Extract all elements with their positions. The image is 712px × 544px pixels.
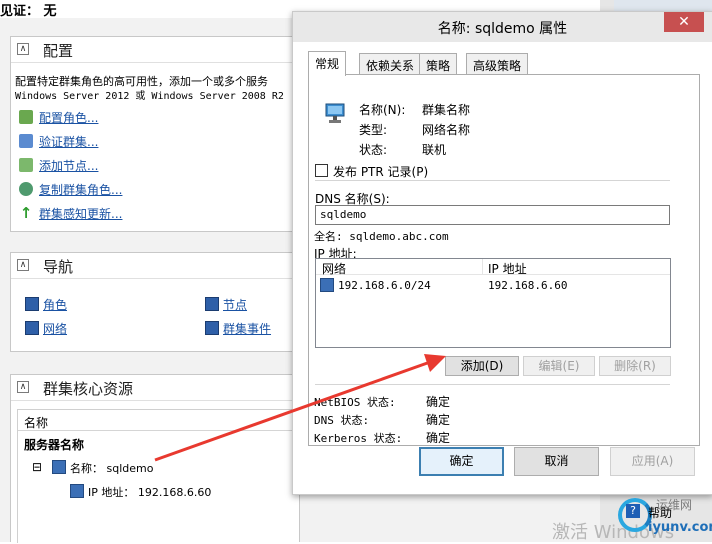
tab-general[interactable]: 常规	[308, 51, 347, 76]
site-name: iyunv.com	[648, 520, 712, 535]
site-name-top: 运维网	[656, 498, 693, 512]
help-icon: ?	[626, 504, 640, 518]
annotation-arrow	[154, 354, 446, 462]
site-logo: ? 帮助 运维网 iyunv.com	[616, 496, 712, 542]
